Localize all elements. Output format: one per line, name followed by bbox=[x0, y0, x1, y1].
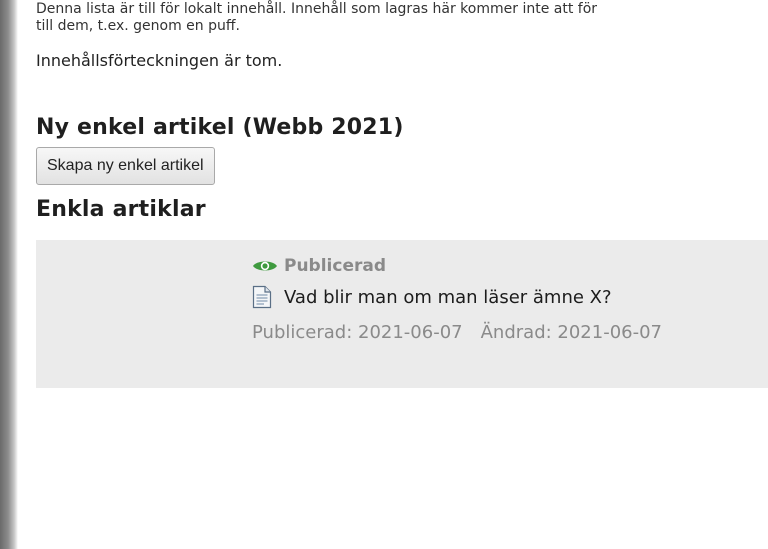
empty-toc-note: Innehållsförteckningen är tom. bbox=[36, 51, 283, 70]
document-icon bbox=[252, 285, 272, 309]
article-title-row: Vad blir man om man läser ämne X? bbox=[252, 284, 662, 310]
page: Denna lista är till för lokalt innehåll.… bbox=[0, 0, 768, 549]
main-content: Denna lista är till för lokalt innehåll.… bbox=[36, 0, 768, 388]
article-list: Publicerad Vad blir man om man läser ämn… bbox=[36, 240, 768, 388]
articles-heading: Enkla artiklar bbox=[36, 197, 206, 222]
changed-date: Ändrad: 2021-06-07 bbox=[480, 322, 663, 343]
eye-icon bbox=[253, 261, 277, 271]
status-row: Publicerad bbox=[252, 254, 662, 278]
status-label: Publicerad bbox=[284, 256, 387, 276]
left-panel-shadow bbox=[0, 0, 18, 549]
published-date: Publicerad: 2021-06-07 bbox=[252, 322, 463, 343]
article-dates: Publicerad: 2021-06-07 Ändrad: 2021-06-07 bbox=[252, 322, 662, 343]
list-item: Publicerad Vad blir man om man läser ämn… bbox=[252, 254, 662, 343]
article-title-link[interactable]: Vad blir man om man läser ämne X? bbox=[284, 287, 612, 308]
new-article-heading: Ny enkel artikel (Webb 2021) bbox=[36, 115, 404, 140]
create-article-button[interactable]: Skapa ny enkel artikel bbox=[36, 147, 215, 185]
intro-line-2: till dem, t.ex. genom en puff. bbox=[36, 18, 240, 34]
intro-text: Denna lista är till för lokalt innehåll.… bbox=[36, 0, 768, 35]
intro-line-1: Denna lista är till för lokalt innehåll.… bbox=[36, 1, 598, 17]
